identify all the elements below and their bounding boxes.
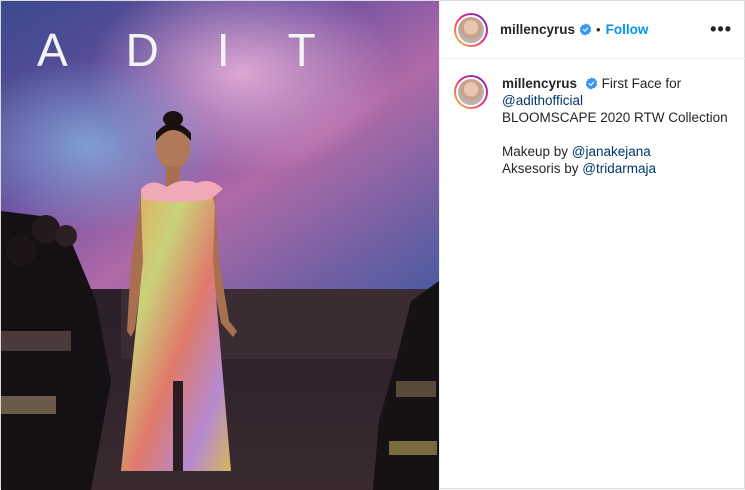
instagram-post: ADIT millencyrus • Follow ••• millencyru… (0, 0, 745, 490)
caption-text-3: Makeup by (502, 144, 572, 159)
post-caption: millencyrus First Face for @adithofficia… (440, 59, 745, 193)
header-username[interactable]: millencyrus (500, 22, 575, 37)
caption-text: millencyrus First Face for @adithofficia… (502, 75, 728, 177)
avatar-image (456, 77, 486, 107)
post-sidebar: millencyrus • Follow ••• millencyrus Fir… (439, 1, 745, 490)
verified-badge-icon (585, 77, 597, 90)
caption-avatar[interactable] (454, 75, 488, 109)
more-options-icon[interactable]: ••• (710, 19, 732, 40)
profile-avatar[interactable] (454, 12, 488, 47)
caption-username[interactable]: millencyrus (502, 76, 577, 91)
caption-text-1: First Face for (601, 76, 682, 91)
mention-janakejana[interactable]: @janakejana (572, 144, 651, 159)
mention-adithofficial[interactable]: @adithofficial (502, 92, 728, 109)
mention-tridarmaja[interactable]: @tridarmaja (582, 161, 656, 176)
avatar-image (456, 14, 486, 45)
caption-line-1: millencyrus First Face for (502, 75, 728, 92)
post-image[interactable]: ADIT (1, 1, 439, 490)
caption-line-aksesoris: Aksesoris by @tridarmaja (502, 160, 728, 177)
follow-button[interactable]: Follow (606, 22, 649, 37)
caption-text-2: BLOOMSCAPE 2020 RTW Collection (502, 110, 728, 125)
brand-logo-text: ADIT (37, 24, 374, 76)
verified-badge-icon (579, 23, 592, 36)
caption-line-makeup: Makeup by @janakejana (502, 143, 728, 160)
header-separator: • (596, 22, 601, 37)
caption-text-4: Aksesoris by (502, 161, 583, 176)
post-header: millencyrus • Follow ••• (440, 1, 745, 59)
